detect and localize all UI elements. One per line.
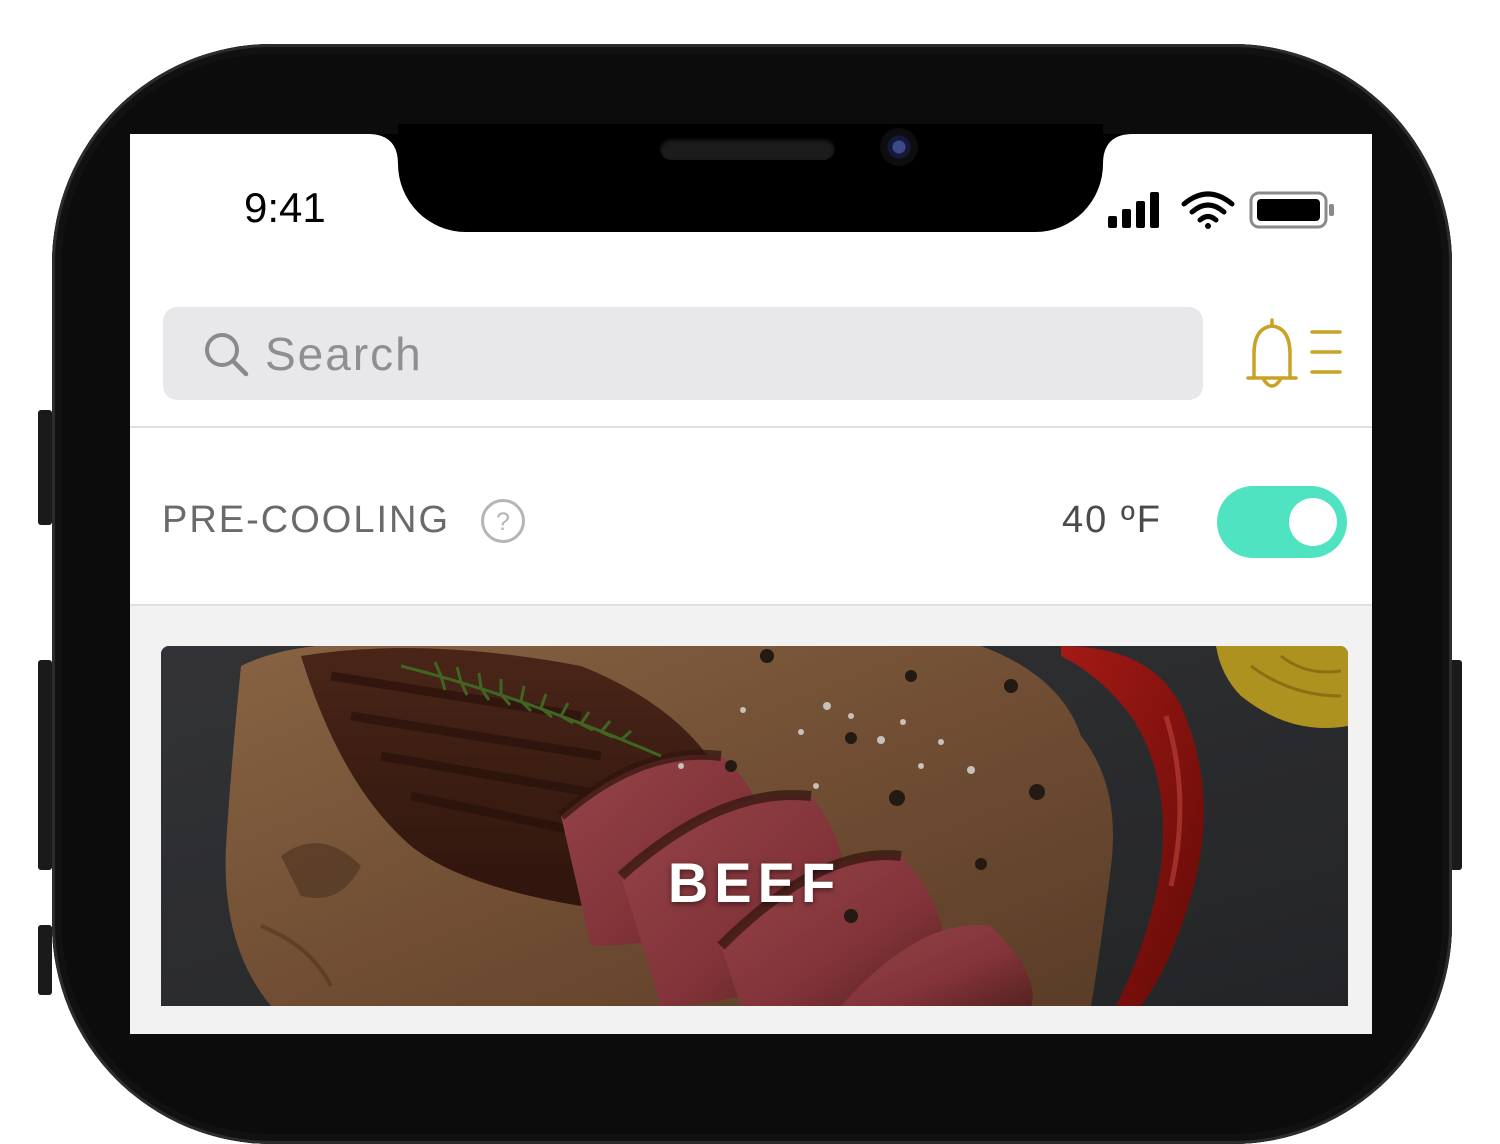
card-title: BEEF [667,851,842,914]
search-box[interactable] [163,307,1203,400]
wifi-icon [1181,191,1235,223]
earpiece-speaker [660,138,835,160]
bell-menu-icon[interactable] [1244,314,1354,394]
beef-photo [161,646,1348,1006]
volume-down-button [38,925,52,995]
top-bar [130,264,1372,428]
toggle-knob [1289,498,1337,546]
precooling-toggle[interactable] [1217,486,1347,558]
notch-corner-left [368,134,398,164]
category-card-beef[interactable]: BEEF [161,646,1348,1006]
battery-icon [1249,191,1334,229]
status-icons [1108,190,1338,230]
precooling-row: PRE-COOLING ? 40 ºF [130,428,1372,606]
search-input[interactable] [263,317,1167,391]
front-camera [880,128,918,166]
mute-switch [38,410,52,525]
volume-up-button [38,660,52,870]
status-time: 9:41 [244,184,326,231]
question-circle-icon[interactable]: ? [480,498,526,544]
precooling-temperature: 40 ºF [1062,499,1162,541]
cellular-signal-icon [1108,192,1159,228]
help-symbol: ? [496,508,510,536]
precooling-label: PRE-COOLING [162,499,451,541]
notch-corner-right [1103,134,1133,164]
search-icon [205,333,249,377]
